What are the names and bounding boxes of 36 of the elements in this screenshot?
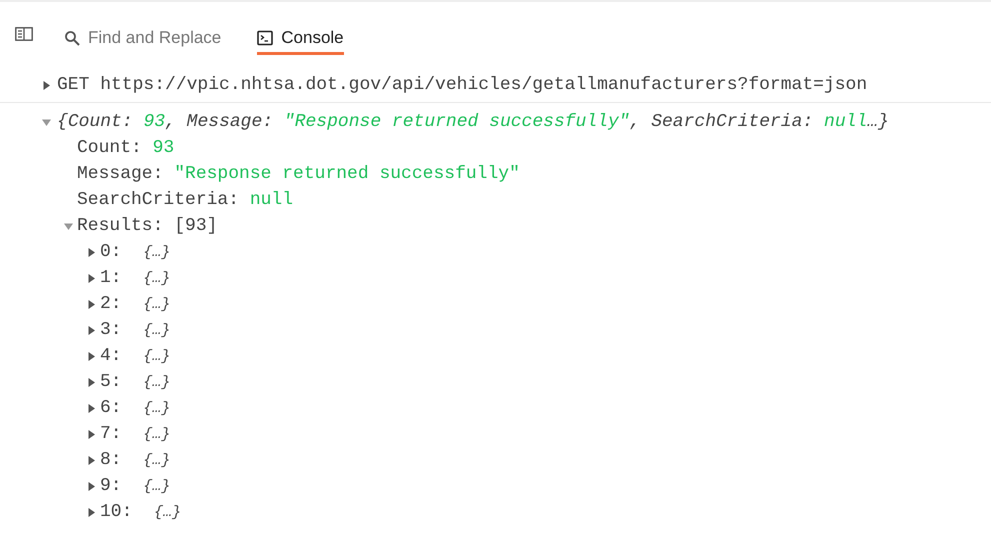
expand-arrow-icon[interactable] (87, 508, 96, 516)
array-item[interactable]: 4: {…} (100, 346, 170, 366)
expand-arrow-icon[interactable] (87, 274, 96, 282)
expand-arrow-icon[interactable] (87, 430, 96, 438)
array-item[interactable]: 3: {…} (100, 320, 170, 340)
tab[interactable]: Find and Replace (64, 22, 222, 54)
collapse-arrow-icon[interactable] (42, 118, 51, 126)
expand-arrow-icon[interactable] (87, 326, 96, 334)
array-item[interactable]: 0: {…} (100, 242, 170, 262)
array-item[interactable]: 8: {…} (100, 450, 170, 470)
property-row: SearchCriteria: null (77, 190, 294, 210)
array-item[interactable]: 10: {…} (100, 502, 182, 522)
array-item[interactable]: 9: {…} (100, 476, 170, 496)
request-line[interactable]: GET https://vpic.nhtsa.dot.gov/api/vehicles/getallmanufacturers?format=json (57, 75, 868, 95)
expand-arrow-icon[interactable] (87, 352, 96, 360)
property-row: Count: 93 (77, 138, 174, 158)
expand-arrow-icon[interactable] (87, 404, 96, 412)
array-item[interactable]: 5: {…} (100, 372, 170, 392)
object-summary[interactable]: {Count: 93, Message: "Response returned successfully", SearchCriteria: null…} (57, 112, 889, 132)
property-row[interactable]: Results: [93] (77, 216, 218, 236)
array-item[interactable]: 6: {…} (100, 398, 170, 418)
array-item[interactable]: 1: {…} (100, 268, 170, 288)
sidebar-toggle-button[interactable] (14, 24, 34, 44)
expand-arrow-icon[interactable] (42, 80, 51, 90)
tab[interactable]: Console (257, 22, 344, 54)
expand-arrow-icon[interactable] (87, 482, 96, 490)
array-item[interactable]: 2: {…} (100, 294, 170, 314)
array-item[interactable]: 7: {…} (100, 424, 170, 444)
expand-arrow-icon[interactable] (87, 456, 96, 464)
search-icon (64, 30, 80, 46)
property-row: Message: "Response returned successfully" (77, 164, 520, 184)
expand-arrow-icon[interactable] (87, 248, 96, 256)
collapse-arrow-icon[interactable] (64, 222, 73, 230)
expand-arrow-icon[interactable] (87, 300, 96, 308)
expand-arrow-icon[interactable] (87, 378, 96, 386)
terminal-icon (257, 30, 274, 46)
